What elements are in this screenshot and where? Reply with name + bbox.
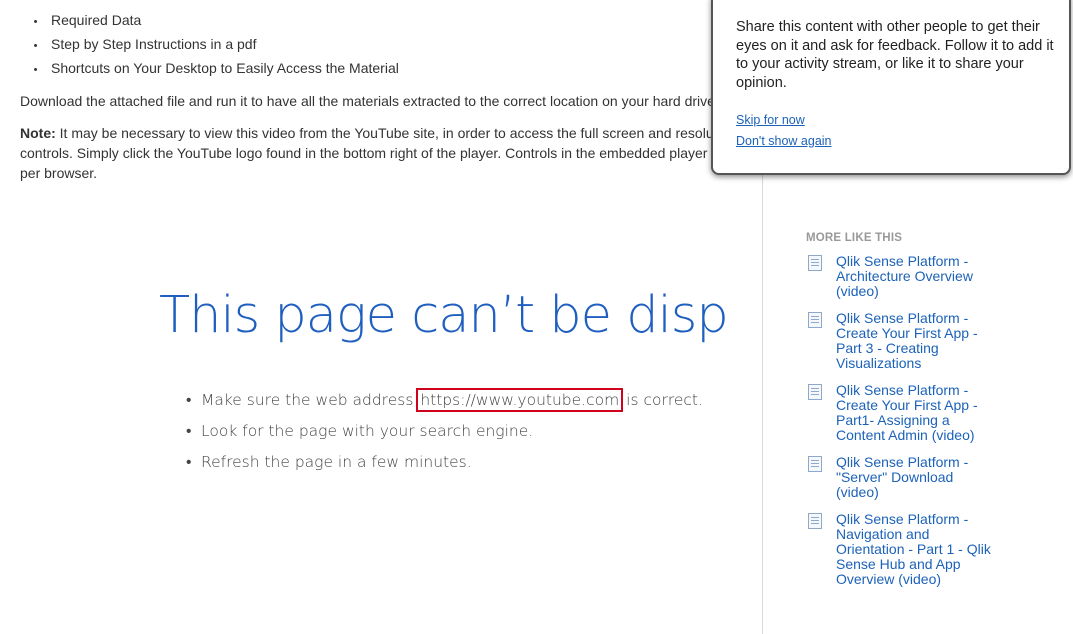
list-item: • Step by Step Instructions in a pdf <box>33 36 257 52</box>
document-icon <box>808 456 822 472</box>
related-item: Qlik Sense Platform - Create Your First … <box>806 311 1056 371</box>
share-tip-popup: Share this content with other people to … <box>711 0 1071 175</box>
related-item: Qlik Sense Platform - Create Your First … <box>806 383 1056 443</box>
error-title: This page can’t be displayed <box>159 286 729 345</box>
more-like-this-panel: MORE LIKE THIS Qlik Sense Platform - Arc… <box>806 232 1056 599</box>
note-paragraph: Note: It may be necessary to view this v… <box>20 123 740 185</box>
related-link[interactable]: Qlik Sense Platform - Create Your First … <box>836 311 996 371</box>
dont-show-again-link[interactable]: Don't show again <box>736 134 832 148</box>
list-item: • Make sure the web address https://www.y… <box>186 385 703 416</box>
document-icon <box>808 384 822 400</box>
list-item: • Refresh the page in a few minutes. <box>186 453 472 471</box>
document-icon <box>808 513 822 529</box>
document-icon <box>808 255 822 271</box>
related-link[interactable]: Qlik Sense Platform - Create Your First … <box>836 383 996 443</box>
related-item: Qlik Sense Platform - Architecture Overv… <box>806 254 1056 299</box>
note-text: It may be necessary to view this video f… <box>20 125 738 181</box>
related-item: Qlik Sense Platform - Navigation and Ori… <box>806 512 1056 587</box>
list-item: • Look for the page with your search engi… <box>186 422 534 440</box>
highlighted-url: https://www.youtube.com <box>416 388 624 412</box>
main-content: • Required Data • Step by Step Instruction… <box>0 0 762 634</box>
more-like-this-title: MORE LIKE THIS <box>806 232 903 244</box>
related-link[interactable]: Qlik Sense Platform - Architecture Overv… <box>836 254 996 299</box>
related-link[interactable]: Qlik Sense Platform - "Server" Download … <box>836 455 996 500</box>
note-label: Note: <box>20 125 56 141</box>
skip-for-now-link[interactable]: Skip for now <box>736 113 805 127</box>
list-item: • Required Data <box>33 12 142 28</box>
related-link[interactable]: Qlik Sense Platform - Navigation and Ori… <box>836 512 996 587</box>
materials-list: • Required Data • Step by Step Instruction… <box>20 8 399 80</box>
document-icon <box>808 312 822 328</box>
list-item: • Shortcuts on Your Desktop to Easily Acc… <box>33 60 399 76</box>
error-suggestions: • Make sure the web address https://www.y… <box>186 385 703 478</box>
popup-text: Share this content with other people to … <box>736 19 1054 91</box>
download-text: Download the attached file and run it to… <box>20 93 719 109</box>
related-item: Qlik Sense Platform - "Server" Download … <box>806 455 1056 500</box>
